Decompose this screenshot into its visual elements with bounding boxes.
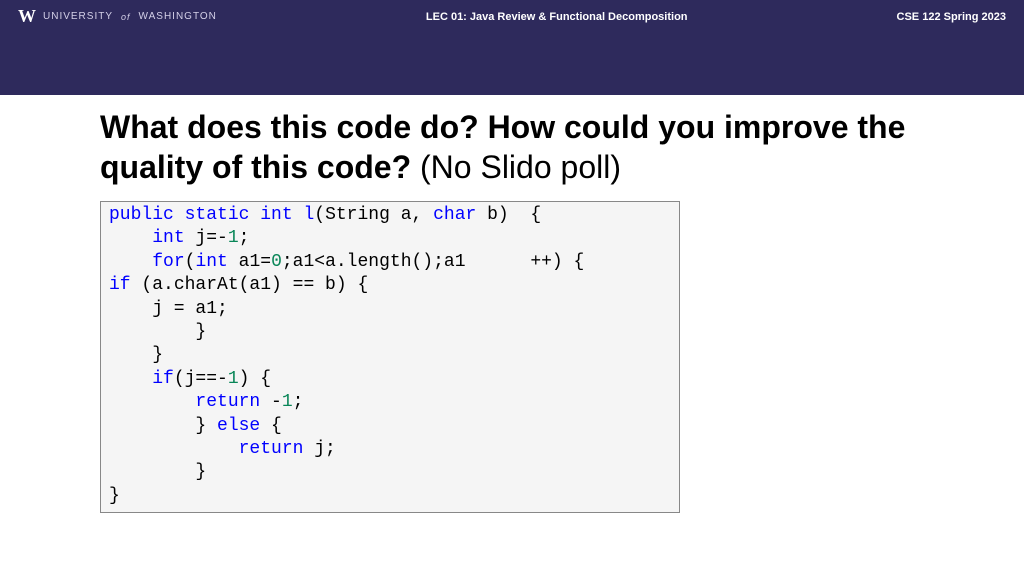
uw-text-1: UNIVERSITY [43,11,113,22]
slide-title: What does this code do? How could you im… [100,107,924,187]
title-normal: (No Slido poll) [411,149,621,185]
code-token: public [109,205,174,225]
code-token: static [185,205,250,225]
code-block: public static int l(String a, char b) { … [100,201,680,513]
code-token: int [195,252,227,272]
code-token: return [195,392,260,412]
code-token: if [152,369,174,389]
code-token: 1 [228,228,239,248]
code-token: char [433,205,476,225]
code-token: int [152,228,184,248]
code-token: 1 [228,369,239,389]
header-top-row: W UNIVERSITY of WASHINGTON LEC 01: Java … [0,0,1024,27]
uw-w-mark: W [18,6,37,27]
university-logo: W UNIVERSITY of WASHINGTON [18,6,217,27]
lecture-title: LEC 01: Java Review & Functional Decompo… [426,11,688,23]
code-token: if [109,275,131,295]
code-token: int [260,205,292,225]
slide-content: What does this code do? How could you im… [0,95,1024,513]
slide-header: W UNIVERSITY of WASHINGTON LEC 01: Java … [0,0,1024,95]
code-token: l [303,205,314,225]
code-token: for [152,252,184,272]
uw-of: of [121,12,131,22]
uw-text-2: WASHINGTON [139,11,217,22]
code-token: 1 [282,392,293,412]
code-token: 0 [271,252,282,272]
code-token: else [217,416,260,436]
code-token: return [239,439,304,459]
course-info: CSE 122 Spring 2023 [897,11,1006,23]
